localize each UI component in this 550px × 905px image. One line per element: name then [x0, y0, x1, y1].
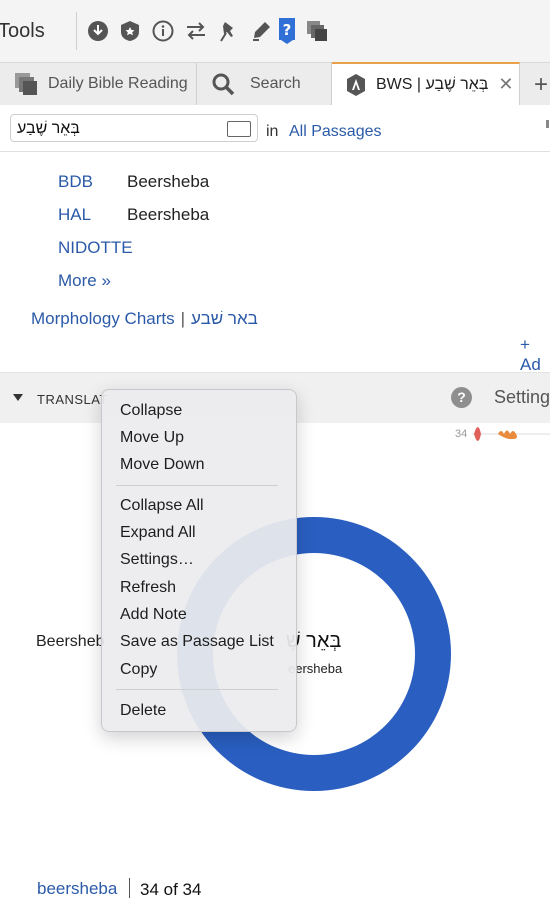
menu-item-collapse[interactable]: Collapse	[120, 402, 182, 420]
lexicon-link-bdb[interactable]: BDB	[58, 172, 93, 192]
sparkline-chart	[472, 427, 550, 441]
lexicon-gloss: Beersheba	[127, 172, 210, 191]
menu-separator	[116, 689, 278, 690]
tab-label: BWS | בְּאֵר שֶׁבַע	[376, 75, 489, 93]
search-row: בְּאֵר שֶׁבַע in All Passages	[0, 105, 550, 152]
reading-plan-icon	[15, 73, 37, 95]
in-label: in	[266, 123, 279, 140]
menu-item-settings[interactable]: Settings…	[120, 551, 194, 569]
scope-dropdown[interactable]: All Passages	[289, 123, 382, 141]
sparkline-count: 34	[455, 428, 468, 440]
lexicon-link-hal[interactable]: HAL	[58, 205, 91, 225]
toolbar: Tools ?	[0, 0, 550, 62]
sparkline-peak	[474, 427, 481, 441]
help-icon[interactable]: ?	[279, 18, 295, 44]
add-tab-icon[interactable]: +	[534, 71, 548, 99]
tab-bar: Daily Bible Reading Search BWS | בְּאֵר …	[0, 62, 550, 106]
highlighter-icon[interactable]	[250, 20, 272, 42]
svg-text:?: ?	[283, 21, 292, 39]
help-icon[interactable]: ?	[451, 387, 472, 408]
morphology-charts-row: Morphology Charts | באר שׁבע	[31, 309, 258, 329]
more-link[interactable]: More »	[58, 271, 111, 291]
tab-label: Daily Bible Reading	[48, 75, 188, 92]
section-title[interactable]: TRANSLAT	[37, 392, 108, 407]
download-icon[interactable]	[87, 20, 109, 42]
sparkline-cluster	[498, 430, 517, 440]
menu-item-move-up[interactable]: Move Up	[120, 429, 184, 447]
tab-search[interactable]: Search	[197, 63, 332, 105]
settings-link[interactable]: Setting	[494, 387, 550, 408]
shield-icon[interactable]	[119, 20, 141, 42]
close-icon[interactable]: ✕	[498, 74, 513, 95]
context-menu: Collapse Move Up Move Down Collapse All …	[101, 389, 297, 732]
search-input[interactable]: בְּאֵר שֶׁבַע	[10, 114, 258, 142]
tab-daily-bible-reading[interactable]: Daily Bible Reading	[0, 63, 197, 105]
tab-label: Search	[250, 75, 301, 92]
morphology-word-link[interactable]: באר שׁבע	[191, 309, 258, 328]
keyboard-icon[interactable]	[227, 121, 251, 137]
search-query: בְּאֵר שֶׁבַע	[17, 120, 80, 137]
separator: |	[180, 309, 186, 328]
add-section-link[interactable]: + Ad	[520, 335, 550, 375]
morphology-charts-link[interactable]: Morphology Charts	[31, 309, 175, 328]
menu-item-collapse-all[interactable]: Collapse All	[120, 497, 204, 515]
menu-item-add-note[interactable]: Add Note	[120, 606, 187, 624]
scroll-indicator	[546, 120, 549, 128]
menu-item-copy[interactable]: Copy	[120, 661, 157, 679]
collapse-triangle-icon[interactable]	[13, 394, 23, 401]
donut-slice-label: Beersheb	[36, 633, 105, 650]
tab-bws[interactable]: BWS | בְּאֵר שֶׁבַע ✕	[332, 62, 520, 105]
menu-item-delete[interactable]: Delete	[120, 702, 166, 720]
lexicon-link-nidotte[interactable]: NIDOTTE	[58, 238, 133, 258]
magnifier-icon	[212, 73, 235, 96]
menu-item-refresh[interactable]: Refresh	[120, 579, 176, 597]
occurrence-count: 34 of 34	[140, 880, 202, 899]
lexicon-gloss: Beersheba	[127, 205, 210, 224]
translation-link[interactable]: beersheba	[37, 879, 117, 899]
menu-item-save-as-passage-list[interactable]: Save as Passage List	[120, 633, 274, 651]
sync-arrows-icon[interactable]	[185, 20, 207, 42]
bws-icon	[347, 73, 365, 96]
layers-icon[interactable]	[306, 20, 328, 42]
info-icon[interactable]	[152, 20, 174, 42]
menu-separator	[116, 485, 278, 486]
menu-item-expand-all[interactable]: Expand All	[120, 524, 196, 542]
footer-separator	[129, 878, 130, 898]
toolbar-divider	[76, 12, 77, 50]
pin-icon[interactable]	[217, 20, 239, 42]
tools-menu-label[interactable]: Tools	[0, 20, 45, 43]
menu-item-move-down[interactable]: Move Down	[120, 456, 204, 474]
